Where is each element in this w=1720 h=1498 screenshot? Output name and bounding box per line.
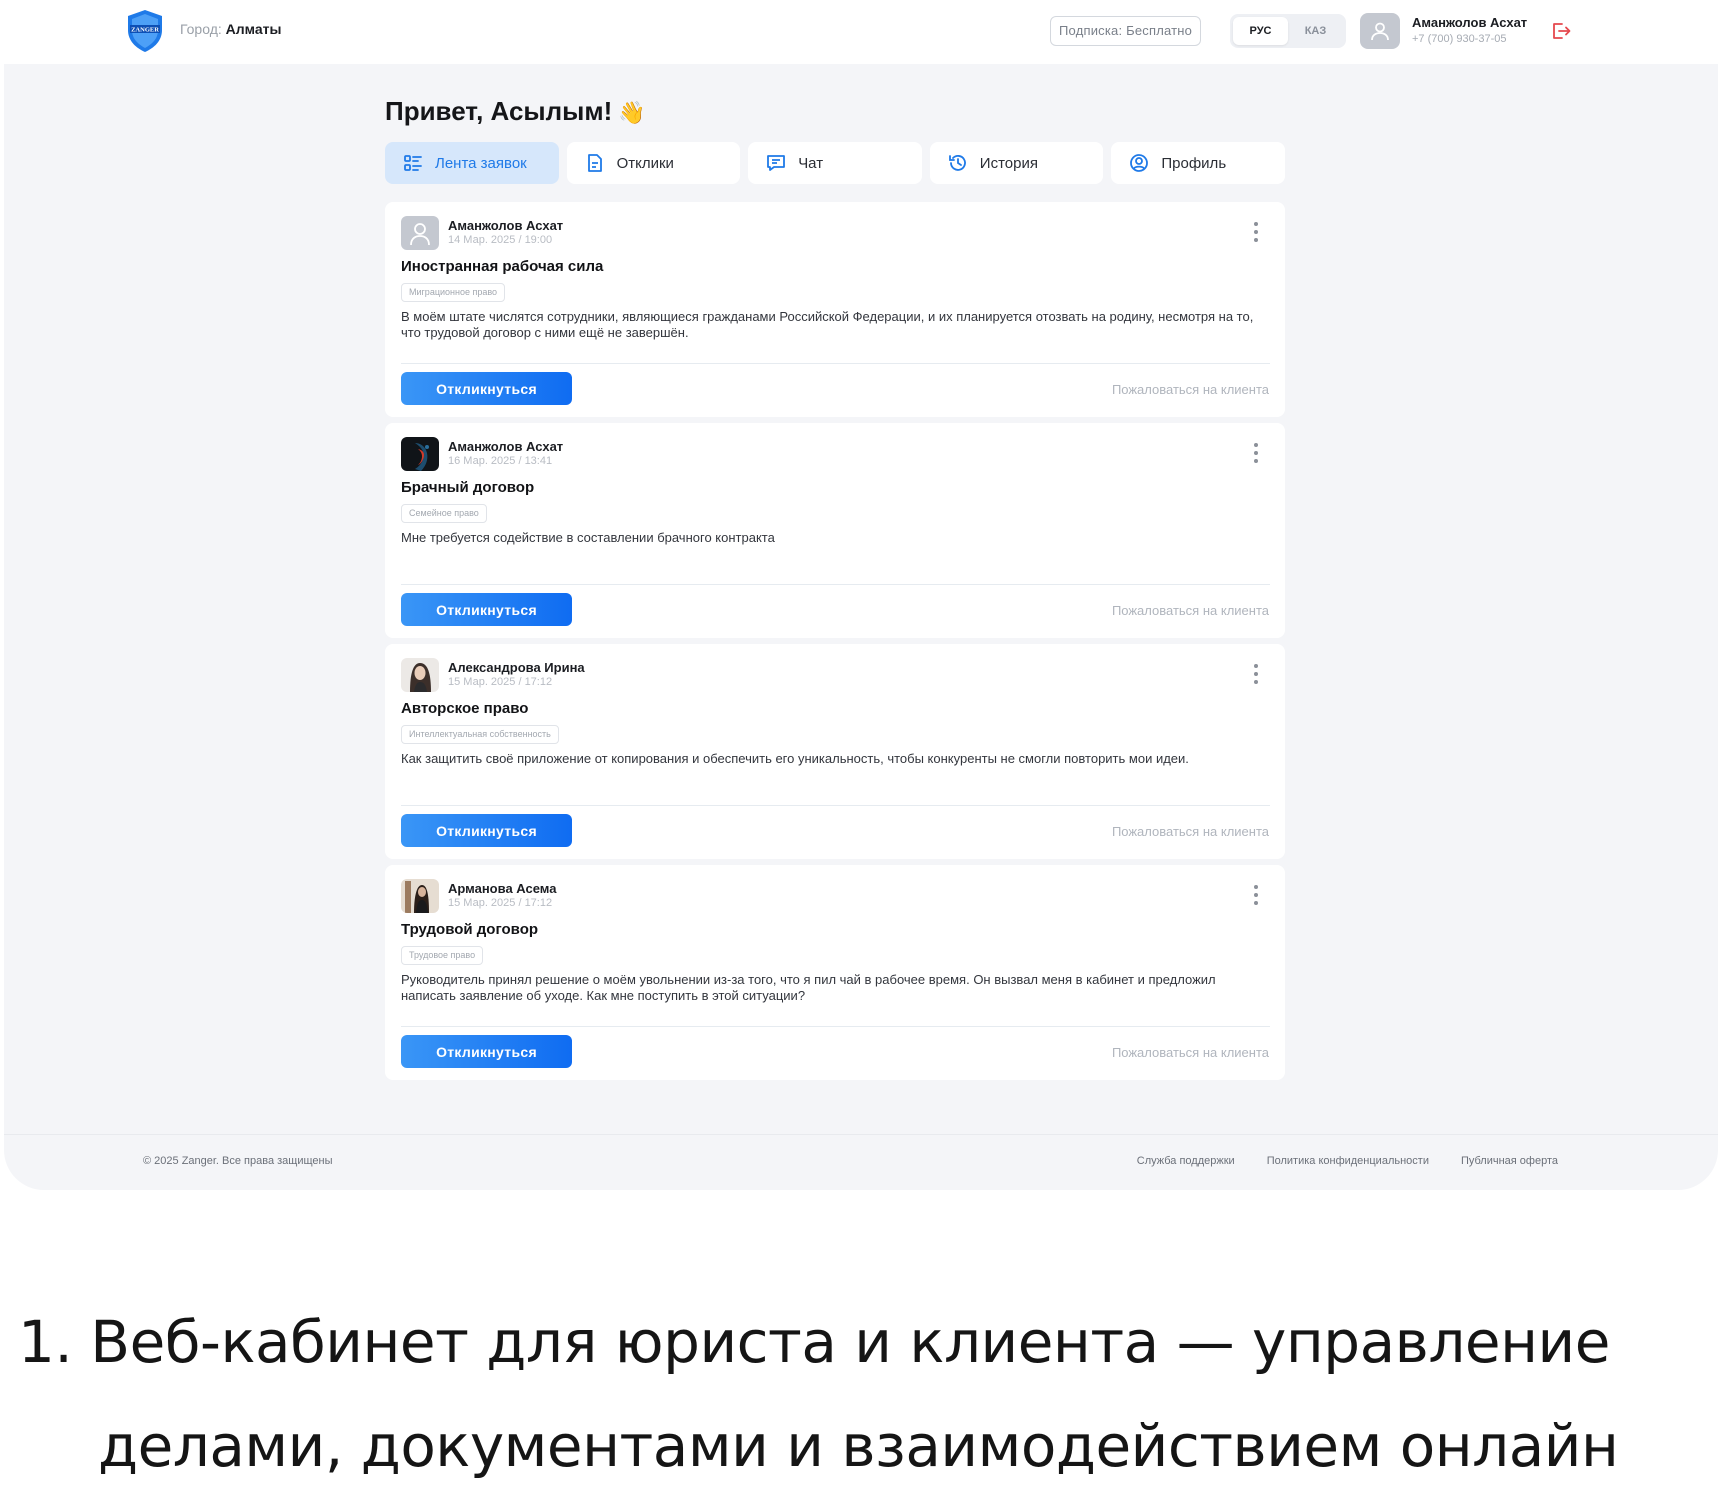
main-tabs: Лента заявок Отклики Чат История Профиль: [385, 142, 1285, 184]
request-date: 14 Мар. 2025 / 19:00: [448, 234, 553, 246]
request-card: Александрова Ирина 15 Мар. 2025 / 17:12 …: [385, 644, 1285, 859]
divider: [401, 1026, 1270, 1027]
requests-feed: Аманжолов Асхат 14 Мар. 2025 / 19:00 Ино…: [385, 202, 1285, 1086]
more-options-icon[interactable]: [1253, 443, 1259, 463]
list-icon: [404, 155, 422, 171]
request-description: Мне требуется содействие в составлении б…: [401, 530, 775, 545]
report-client-link[interactable]: Пожаловаться на клиента: [1112, 1045, 1269, 1060]
category-tag: Интеллектуальная собственность: [401, 725, 559, 744]
wave-emoji: 👋: [618, 100, 646, 125]
respond-button[interactable]: Откликнуться: [401, 372, 572, 405]
svg-text:ZANGER: ZANGER: [131, 27, 159, 34]
top-bar: ZANGER Город: Алматы Подписка: Бесплатно…: [4, 0, 1718, 64]
respond-button[interactable]: Откликнуться: [401, 1035, 572, 1068]
footer-link-privacy[interactable]: Политика конфиденциальности: [1267, 1155, 1429, 1167]
more-options-icon[interactable]: [1253, 885, 1259, 905]
footer: © 2025 Zanger. Все права защищены Служба…: [4, 1134, 1718, 1190]
footer-link-support[interactable]: Служба поддержки: [1137, 1155, 1235, 1167]
user-avatar[interactable]: [1360, 13, 1400, 49]
divider: [401, 805, 1270, 806]
request-title: Трудовой договор: [401, 921, 539, 938]
language-switch: РУС КАЗ: [1230, 14, 1346, 48]
tab-history[interactable]: История: [929, 142, 1104, 184]
avatar: [401, 216, 439, 250]
subscription-badge[interactable]: Подписка: Бесплатно: [1050, 16, 1202, 46]
copyright-text: © 2025 Zanger. Все права защищены: [143, 1155, 333, 1167]
caption-line-2: делами, документами и взаимодействием он…: [98, 1412, 1619, 1480]
request-date: 15 Мар. 2025 / 17:12: [448, 676, 553, 688]
divider: [401, 363, 1270, 364]
request-description: Как защитить своё приложение от копирова…: [401, 751, 1189, 766]
city-label: Город:: [180, 21, 222, 37]
city-selector[interactable]: Город: Алматы: [180, 21, 281, 37]
request-title: Авторское право: [401, 700, 529, 717]
request-date: 16 Мар. 2025 / 13:41: [448, 455, 553, 467]
avatar: [401, 437, 439, 471]
author-name[interactable]: Александрова Ирина: [448, 660, 585, 675]
lang-ru-button[interactable]: РУС: [1233, 17, 1288, 45]
tab-label: Профиль: [1161, 154, 1227, 172]
app-window: ZANGER Город: Алматы Подписка: Бесплатно…: [4, 0, 1718, 1190]
tab-responses[interactable]: Отклики: [566, 142, 741, 184]
tab-chat[interactable]: Чат: [748, 142, 922, 184]
avatar: [401, 658, 439, 692]
user-icon: [1371, 22, 1389, 41]
tab-label: История: [979, 154, 1038, 172]
chat-icon: [767, 155, 786, 171]
document-icon: [587, 154, 602, 172]
request-description: Руководитель принял решение о моём уволь…: [401, 972, 1216, 1003]
category-tag: Семейное право: [401, 504, 487, 523]
tab-label: Лента заявок: [435, 154, 527, 172]
author-name[interactable]: Аманжолов Асхат: [448, 218, 563, 233]
user-name[interactable]: Аманжолов Асхат: [1412, 15, 1527, 30]
request-date: 15 Мар. 2025 / 17:12: [448, 897, 553, 909]
user-phone: +7 (700) 930-37-05: [1412, 33, 1507, 45]
footer-links: Служба поддержки Политика конфиденциальн…: [1137, 1155, 1558, 1167]
history-icon: [948, 155, 966, 171]
lang-kz-button[interactable]: КАЗ: [1288, 17, 1343, 45]
footer-link-offer[interactable]: Публичная оферта: [1461, 1155, 1558, 1167]
request-title: Брачный договор: [401, 479, 535, 496]
request-description: В моём штате числятся сотрудники, являющ…: [401, 309, 1254, 340]
category-tag: Миграционное право: [401, 283, 506, 302]
logout-icon[interactable]: [1550, 20, 1572, 42]
author-name[interactable]: Аманжолов Асхат: [448, 439, 563, 454]
request-title: Иностранная рабочая сила: [401, 258, 604, 275]
city-value: Алматы: [225, 21, 282, 37]
report-client-link[interactable]: Пожаловаться на клиента: [1112, 824, 1269, 839]
avatar: [401, 879, 439, 913]
report-client-link[interactable]: Пожаловаться на клиента: [1112, 603, 1269, 618]
user-circle-icon: [1130, 154, 1149, 172]
request-card: Арманова Асема 15 Мар. 2025 / 17:12 Труд…: [385, 865, 1285, 1080]
slide-caption: 1. Веб-кабинет для юриста и клиента — уп…: [18, 1290, 1619, 1498]
category-tag: Трудовое право: [401, 946, 484, 965]
tab-label: Отклики: [616, 154, 674, 172]
respond-button[interactable]: Откликнуться: [401, 593, 572, 626]
respond-button[interactable]: Откликнуться: [401, 814, 572, 847]
greeting-text: Привет, Асылым!: [385, 96, 613, 126]
more-options-icon[interactable]: [1253, 222, 1259, 242]
request-card: Аманжолов Асхат 16 Мар. 2025 / 13:41 Бра…: [385, 423, 1285, 638]
request-card: Аманжолов Асхат 14 Мар. 2025 / 19:00 Ино…: [385, 202, 1285, 417]
tab-requests-feed[interactable]: Лента заявок: [385, 142, 559, 184]
report-client-link[interactable]: Пожаловаться на клиента: [1112, 382, 1269, 397]
more-options-icon[interactable]: [1253, 664, 1259, 684]
divider: [401, 584, 1270, 585]
tab-label: Чат: [798, 154, 824, 172]
zanger-logo[interactable]: ZANGER: [122, 8, 168, 54]
author-name[interactable]: Арманова Асема: [448, 881, 556, 896]
caption-line-1: 1. Веб-кабинет для юриста и клиента — уп…: [18, 1308, 1610, 1376]
page-greeting: Привет, Асылым! 👋: [385, 96, 646, 127]
tab-profile[interactable]: Профиль: [1111, 142, 1285, 184]
